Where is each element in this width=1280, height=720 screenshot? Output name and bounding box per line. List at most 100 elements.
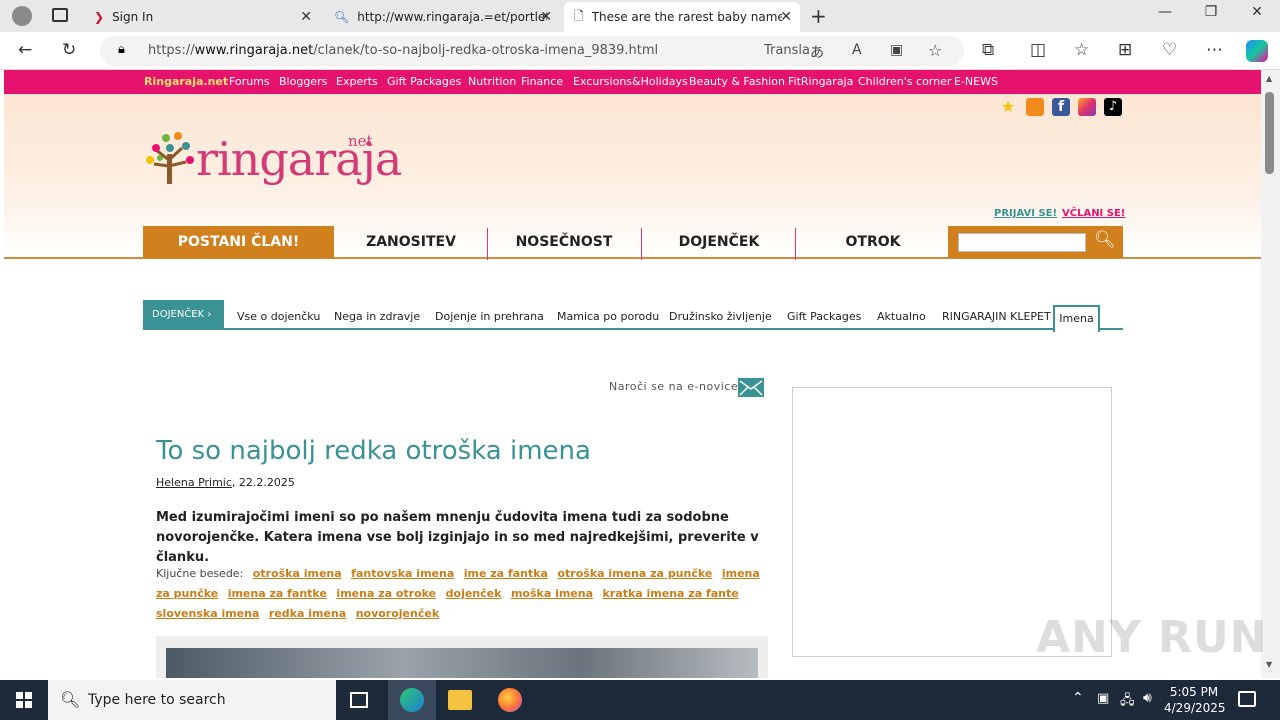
topnav-link-finance[interactable]: Finance — [521, 75, 563, 88]
login-link[interactable]: PRIJAVI SE! — [994, 208, 1057, 219]
close-window-icon[interactable]: ✕ — [1234, 4, 1280, 20]
firefox-icon[interactable] — [498, 688, 522, 712]
subnav-item[interactable]: Družinsko življenje — [669, 310, 772, 323]
subnav-item[interactable]: Gift Packages — [787, 310, 861, 323]
close-icon[interactable]: ✕ — [540, 9, 552, 25]
translate-label[interactable]: Transla — [764, 43, 810, 58]
favorite-star-icon[interactable]: ☆ — [928, 41, 942, 60]
back-icon[interactable]: ← — [18, 40, 32, 60]
topnav-link-experts[interactable]: Experts — [336, 75, 378, 88]
search-input[interactable] — [958, 233, 1086, 252]
keyword-link[interactable]: otroška imena za punčke — [557, 567, 712, 580]
keyword-link[interactable]: ime za fantka — [464, 567, 548, 580]
edge-app-icon[interactable] — [388, 680, 436, 720]
copilot-icon[interactable] — [1246, 40, 1268, 62]
tab-label: Sign In — [112, 10, 154, 24]
author-link[interactable]: Helena Primic — [156, 476, 232, 489]
menu-item-zanositev[interactable]: ZANOSITEV — [336, 234, 486, 250]
article-date: , 22.2.2025 — [231, 476, 295, 489]
url-text[interactable]: https://www.ringaraja.net/clanek/to-so-n… — [148, 43, 658, 58]
keyword-link[interactable]: imena za fantke — [228, 587, 327, 600]
minimize-icon[interactable]: — — [1142, 4, 1188, 20]
register-link[interactable]: VČLANI SE! — [1062, 208, 1125, 219]
tiktok-icon[interactable]: ♪ — [1104, 98, 1122, 116]
facebook-icon[interactable]: f — [1052, 98, 1070, 116]
topnav-link-nutrition[interactable]: Nutrition — [468, 75, 516, 88]
page-scrollbar[interactable]: ▲ ▼ — [1261, 70, 1280, 678]
address-bar[interactable]: 🔒︎ https://www.ringaraja.net/clanek/to-s… — [100, 36, 964, 66]
keyword-link[interactable]: otroška imena — [253, 567, 342, 580]
rss-icon[interactable] — [1026, 98, 1044, 116]
keyword-link[interactable]: fantovska imena — [351, 567, 454, 580]
close-icon[interactable]: ✕ — [780, 9, 792, 25]
taskbar-clock[interactable]: 5:05 PM 4/29/2025 — [1164, 684, 1226, 716]
device-icon[interactable]: ▣ — [1097, 691, 1109, 706]
close-icon[interactable]: ✕ — [300, 9, 312, 25]
lock-icon[interactable]: 🔒︎ — [118, 42, 125, 57]
refresh-icon[interactable]: ↻ — [62, 40, 76, 60]
topnav-link-childrens-corner[interactable]: Children's corner — [858, 75, 951, 88]
split-screen-icon[interactable]: ◫ — [1030, 40, 1046, 60]
topnav-link-forums[interactable]: Forums — [229, 75, 270, 88]
topnav-link-beauty-fashion[interactable]: Beauty & Fashion — [689, 75, 785, 88]
translate-icon[interactable]: あ — [810, 42, 824, 62]
tab-portlet[interactable]: 🔍︎ http://www.ringaraja.=et/portlet ✕ — [324, 2, 560, 32]
subnav-item[interactable]: Vse o dojenčku — [237, 310, 320, 323]
keyword-link[interactable]: imena za otroke — [336, 587, 436, 600]
topnav-link-excursions[interactable]: Excursions&Holidays — [573, 75, 688, 88]
notification-icon[interactable] — [1238, 691, 1256, 707]
keywords-label: Ključne besede: — [156, 567, 244, 580]
profile-icon[interactable] — [12, 6, 32, 26]
favorites-icon[interactable]: ☆ — [1074, 40, 1089, 60]
subnav-item-active[interactable]: Imena — [1053, 305, 1100, 332]
subnav-item[interactable]: RINGARAJIN KLEPET — [942, 310, 1051, 323]
topnav-link-bloggers[interactable]: Bloggers — [279, 75, 327, 88]
keyword-link[interactable]: slovenska imena — [156, 607, 259, 620]
taskbar-search[interactable]: 🔍︎ Type here to search — [48, 680, 336, 720]
tab-sign-in[interactable]: ❯ Sign In ✕ — [84, 2, 320, 32]
scrollbar-thumb[interactable] — [1265, 92, 1274, 174]
subnav-section-label[interactable]: DOJENČEK › — [143, 300, 224, 330]
instagram-icon[interactable] — [1078, 98, 1096, 116]
new-tab-icon[interactable]: + — [810, 4, 827, 28]
menu-item-nosecnost[interactable]: NOSEČNOST — [489, 234, 639, 250]
extensions-icon[interactable]: ⧉ — [982, 40, 994, 60]
keyword-link[interactable]: kratka imena za fante — [603, 587, 739, 600]
tab-rarest-names[interactable]: 🗋 These are the rarest baby names ✕ — [564, 2, 800, 32]
chevron-up-icon[interactable]: ⌃ — [1072, 690, 1084, 706]
subnav-item[interactable]: Aktualno — [877, 310, 926, 323]
browser-essentials-icon[interactable]: ♡ — [1162, 40, 1177, 60]
search-icon[interactable]: 🔍︎ — [1094, 230, 1116, 250]
menu-item-dojencek[interactable]: DOJENČEK — [644, 234, 794, 250]
menu-item-otrok[interactable]: OTROK — [798, 234, 948, 250]
keyword-link[interactable]: dojenček — [446, 587, 502, 600]
become-member-button[interactable]: POSTANI ČLAN! — [143, 226, 334, 258]
logo-tree-icon[interactable] — [146, 130, 194, 184]
network-icon[interactable]: 🖧 — [1120, 691, 1135, 713]
browser-toolbar: ← ↻ 🔒︎ https://www.ringaraja.net/clanek/… — [0, 32, 1280, 70]
keyword-link[interactable]: redka imena — [269, 607, 346, 620]
topnav-link-fitringaraja[interactable]: FitRingaraja — [788, 75, 853, 88]
volume-icon[interactable]: 🔊︎ — [1143, 690, 1152, 706]
tab-actions-icon[interactable] — [52, 8, 68, 22]
read-aloud-icon[interactable]: A — [852, 42, 862, 58]
windows-start-icon[interactable] — [16, 692, 32, 708]
collections-icon[interactable]: ⊞ — [1118, 40, 1132, 60]
task-view-icon[interactable] — [350, 692, 368, 708]
mail-icon[interactable] — [738, 378, 764, 397]
immersive-reader-icon[interactable]: ▣ — [890, 42, 903, 58]
subnav-item[interactable]: Nega in zdravje — [334, 310, 420, 323]
topnav-link-e-news[interactable]: E-NEWS — [954, 75, 998, 88]
subnav-item[interactable]: Dojenje in prehrana — [435, 310, 544, 323]
star-icon[interactable]: ★ — [999, 98, 1017, 116]
subnav-item[interactable]: Mamica po porodu — [557, 310, 659, 323]
keyword-link[interactable]: moška imena — [511, 587, 593, 600]
topnav-brand-link[interactable]: Ringaraja.net — [144, 75, 228, 88]
newsletter-link[interactable]: Naroči se na e-novice! — [609, 380, 743, 393]
scroll-up-icon[interactable]: ▲ — [1266, 74, 1272, 83]
keyword-link[interactable]: novorojenček — [356, 607, 439, 620]
file-explorer-icon[interactable] — [448, 690, 472, 710]
more-menu-icon[interactable]: ⋯ — [1206, 40, 1223, 60]
topnav-link-gift-packages[interactable]: Gift Packages — [387, 75, 461, 88]
restore-icon[interactable]: ❐ — [1188, 4, 1234, 20]
